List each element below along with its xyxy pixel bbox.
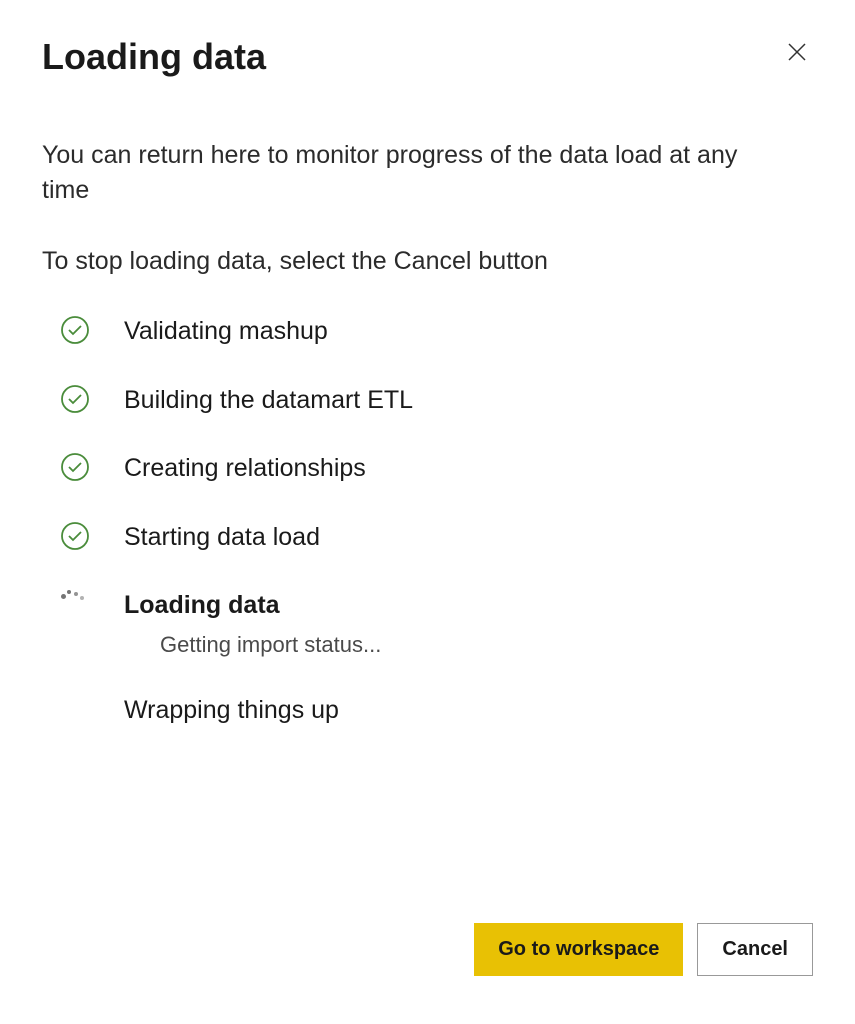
- close-button[interactable]: [781, 36, 813, 71]
- checkmark-icon: [60, 315, 90, 345]
- dialog-description-1: You can return here to monitor progress …: [42, 138, 742, 208]
- close-icon: [785, 40, 809, 64]
- step-validating-mashup: Validating mashup: [60, 315, 813, 348]
- step-label: Starting data load: [124, 521, 320, 554]
- step-label: Validating mashup: [124, 315, 328, 348]
- step-creating-relationships: Creating relationships: [60, 452, 813, 485]
- step-label: Wrapping things up: [124, 694, 339, 727]
- step-sublabel: Getting import status...: [160, 632, 381, 658]
- step-label: Building the datamart ETL: [124, 384, 413, 417]
- dialog-header: Loading data: [42, 36, 813, 78]
- pending-icon: [60, 694, 90, 724]
- dialog-description-2: To stop loading data, select the Cancel …: [42, 244, 813, 279]
- step-label: Loading data: [124, 589, 381, 622]
- dialog-footer: Go to workspace Cancel: [474, 923, 813, 976]
- cancel-button[interactable]: Cancel: [697, 923, 813, 976]
- checkmark-icon: [60, 452, 90, 482]
- spinner-icon: [60, 589, 90, 619]
- step-building-etl: Building the datamart ETL: [60, 384, 813, 417]
- go-to-workspace-button[interactable]: Go to workspace: [474, 923, 683, 976]
- step-label: Creating relationships: [124, 452, 366, 485]
- dialog-title: Loading data: [42, 36, 266, 78]
- progress-steps: Validating mashup Building the datamart …: [42, 315, 813, 726]
- checkmark-icon: [60, 521, 90, 551]
- step-loading-data: Loading data Getting import status...: [60, 589, 813, 658]
- step-wrapping-up: Wrapping things up: [60, 694, 813, 727]
- step-starting-data-load: Starting data load: [60, 521, 813, 554]
- checkmark-icon: [60, 384, 90, 414]
